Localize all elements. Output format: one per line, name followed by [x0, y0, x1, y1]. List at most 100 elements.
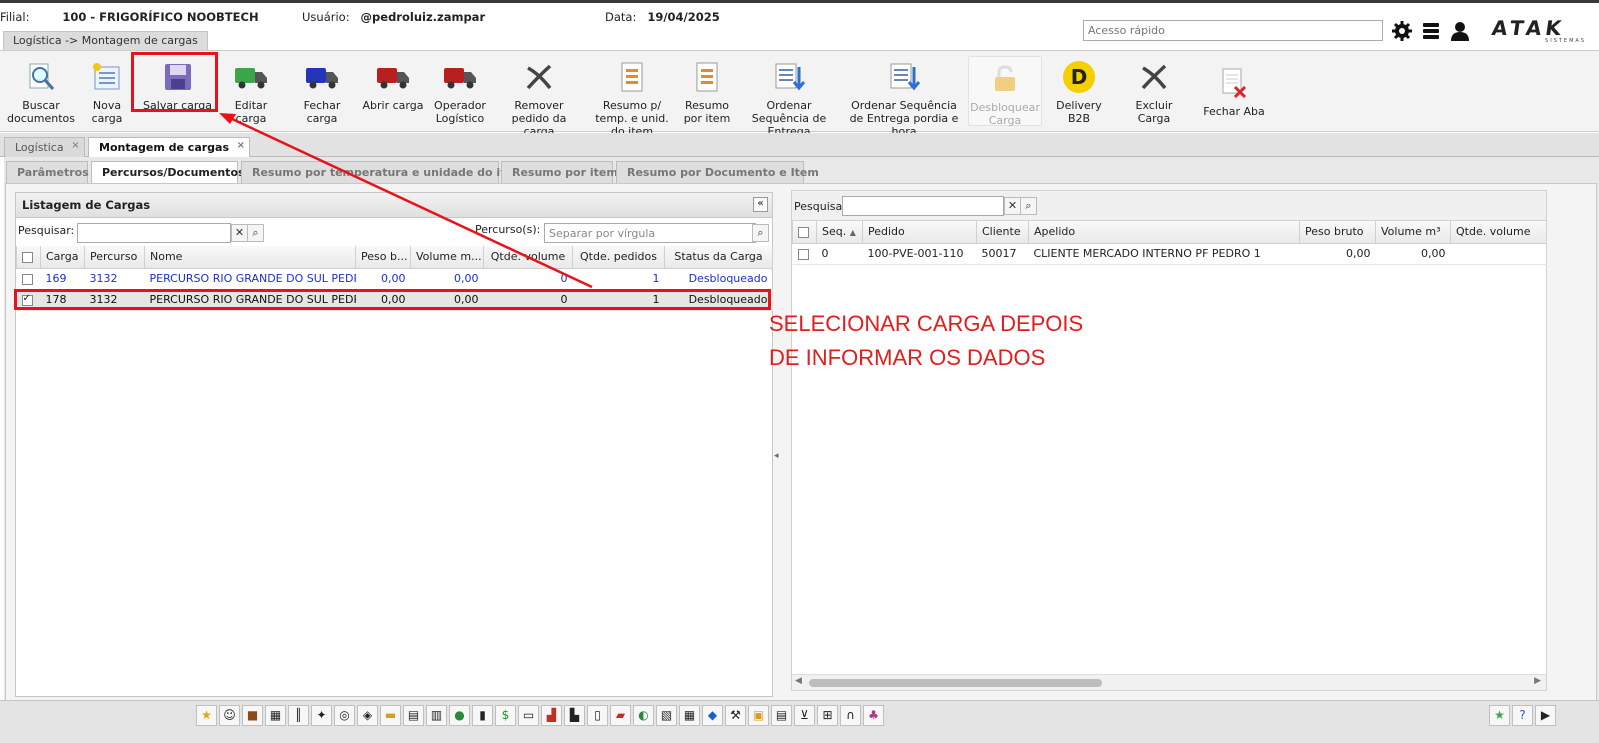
col-qtde-pedidos[interactable]: Qtde. pedidos [572, 246, 665, 269]
fechar-aba-button[interactable]: Fechar Aba [1199, 61, 1269, 118]
search-input[interactable] [842, 196, 1004, 216]
building-icon[interactable]: ▙ [564, 705, 585, 726]
resumo-item-button[interactable]: Resumo por item [683, 55, 731, 125]
calculator-icon[interactable]: ▦ [265, 705, 286, 726]
truck-icon[interactable]: ▰ [610, 705, 631, 726]
col-peso[interactable]: Peso b... [355, 246, 411, 269]
cart-icon[interactable]: ⊻ [794, 705, 815, 726]
col-volume[interactable]: Volume m³ [1375, 221, 1451, 244]
select-all-checkbox[interactable] [792, 221, 817, 244]
tools-icon[interactable]: ⚒ [725, 705, 746, 726]
barrel-icon[interactable]: ▮ [472, 705, 493, 726]
search-icon[interactable]: ⌕ [752, 224, 769, 242]
abrir-carga-button[interactable]: Abrir carga [362, 55, 424, 112]
nova-carga-button[interactable]: Nova carga [78, 55, 136, 125]
gear-icon[interactable] [1390, 19, 1414, 43]
table-icon[interactable]: ▦ [679, 705, 700, 726]
barcode-icon[interactable]: ║ [288, 705, 309, 726]
menu-list-icon[interactable] [1419, 19, 1443, 43]
dollar-icon[interactable]: $ [495, 705, 516, 726]
cell-pedido: 100-PVE-001-110 [862, 243, 977, 265]
pallet-icon[interactable]: ▥ [426, 705, 447, 726]
horizontal-scrollbar[interactable]: ◀ ▶ [792, 674, 1546, 690]
ordenar-entrega-button[interactable]: Ordenar Sequência de Entrega [741, 55, 837, 138]
form-icon[interactable]: ▣ [748, 705, 769, 726]
headset-icon[interactable]: ∩ [840, 705, 861, 726]
splitter-handle[interactable]: ◂ [774, 451, 781, 471]
clear-icon[interactable]: ✕ [1004, 197, 1021, 215]
tag-icon[interactable]: ◈ [357, 705, 378, 726]
user-icon[interactable] [1448, 19, 1472, 43]
close-icon[interactable]: × [71, 140, 79, 151]
cell-carga: 169 [40, 268, 85, 290]
tab-percursos-documentos[interactable]: Percursos/Documentos [91, 161, 245, 183]
help-icon[interactable]: ? [1512, 705, 1533, 726]
col-status[interactable]: Status da Carga [664, 246, 773, 269]
row-checkbox[interactable] [16, 268, 41, 290]
scale-icon[interactable]: ◎ [334, 705, 355, 726]
col-peso-bruto[interactable]: Peso bruto [1299, 221, 1376, 244]
shapes-icon[interactable]: ♣ [863, 705, 884, 726]
briefcase-icon[interactable]: ■ [242, 705, 263, 726]
scrollbar-thumb[interactable] [809, 679, 1102, 687]
col-seq[interactable]: Seq. ▲ [816, 221, 863, 244]
globe-icon[interactable]: ● [449, 705, 470, 726]
buscar-documentos-button[interactable]: Buscar documentos [6, 55, 76, 125]
select-all-checkbox[interactable] [16, 246, 41, 269]
report-icon[interactable]: ▤ [771, 705, 792, 726]
col-carga[interactable]: Carga [40, 246, 85, 269]
col-qtde-volume[interactable]: Qtde. volume [1450, 221, 1547, 244]
table-row[interactable]: 0 100-PVE-001-110 50017 CLIENTE MERCADO … [792, 243, 1547, 265]
fechar-carga-button[interactable]: Fechar carga [289, 55, 355, 125]
tab-montagem-de-cargas[interactable]: Montagem de cargas × [88, 137, 251, 158]
col-pedido[interactable]: Pedido [862, 221, 977, 244]
tab-resumo-item[interactable]: Resumo por item [501, 161, 618, 183]
close-icon[interactable]: × [237, 140, 245, 151]
book-icon[interactable]: ▤ [403, 705, 424, 726]
delivery-b2b-button[interactable]: D Delivery B2B [1046, 55, 1112, 125]
documents-icon[interactable]: ▧ [656, 705, 677, 726]
excluir-carga-button[interactable]: Excluir Carga [1118, 55, 1190, 125]
tab-logistica[interactable]: Logística × [4, 137, 85, 157]
col-volume[interactable]: Volume m... [410, 246, 484, 269]
col-qtde-volume[interactable]: Qtde. volume [483, 246, 573, 269]
operador-logistico-button[interactable]: Operador Logístico [430, 55, 490, 125]
col-apelido[interactable]: Apelido [1028, 221, 1300, 244]
desbloquear-carga-button[interactable]: Desbloquear Carga [968, 56, 1042, 127]
factory-icon[interactable]: ▟ [541, 705, 562, 726]
search-icon[interactable]: ⌕ [247, 224, 264, 242]
collapse-icon[interactable]: « [753, 197, 768, 212]
col-percurso[interactable]: Percurso [84, 246, 145, 269]
video-icon[interactable]: ▶ [1535, 705, 1556, 726]
col-cliente[interactable]: Cliente [976, 221, 1029, 244]
favorite-star-icon[interactable]: ★ [1489, 705, 1510, 726]
diamond-icon[interactable]: ◆ [702, 705, 723, 726]
search-input[interactable] [77, 223, 231, 243]
tab-resumo-temperatura[interactable]: Resumo por temperatura e unidade do item [241, 161, 524, 183]
scroll-right-icon[interactable]: ▶ [1534, 676, 1541, 686]
scroll-left-icon[interactable]: ◀ [795, 676, 802, 686]
table-row[interactable]: 169 3132 PERCURSO RIO GRANDE DO SUL PEDR… [16, 268, 773, 290]
printer-icon[interactable]: ▭ [518, 705, 539, 726]
folder-icon[interactable]: ▬ [380, 705, 401, 726]
leather-icon[interactable]: ✦ [311, 705, 332, 726]
ordenar-data-hora-button[interactable]: Ordenar Sequência de Entrega pordia e ho… [845, 55, 963, 138]
col-nome[interactable]: Nome [144, 246, 356, 269]
table-header: Seq. ▲ Pedido Cliente Apelido Peso bruto… [792, 221, 1547, 244]
bottle-icon[interactable]: ▯ [587, 705, 608, 726]
resumo-temp-button[interactable]: Resumo p/ temp. e unid. do item [588, 55, 676, 138]
remover-pedido-button[interactable]: Remover pedido da carga [495, 55, 583, 138]
tab-parametros[interactable]: Parâmetros [6, 161, 89, 183]
chart-icon[interactable]: ◐ [633, 705, 654, 726]
editar-carga-button[interactable]: Editar carga [218, 55, 284, 125]
tab-resumo-documento-item[interactable]: Resumo por Documento e Item [616, 161, 819, 183]
row-checkbox[interactable] [792, 243, 817, 265]
search-icon[interactable]: ⌕ [1020, 197, 1037, 215]
star-icon[interactable]: ★ [196, 705, 217, 726]
network-icon[interactable]: ⊞ [817, 705, 838, 726]
clear-icon[interactable]: ✕ [231, 224, 248, 242]
percursos-input[interactable]: Separar por vírgula [544, 223, 756, 243]
people-icon[interactable]: ☺ [219, 705, 240, 726]
window-top-bar [0, 0, 1599, 3]
quick-access-input[interactable] [1083, 20, 1383, 41]
